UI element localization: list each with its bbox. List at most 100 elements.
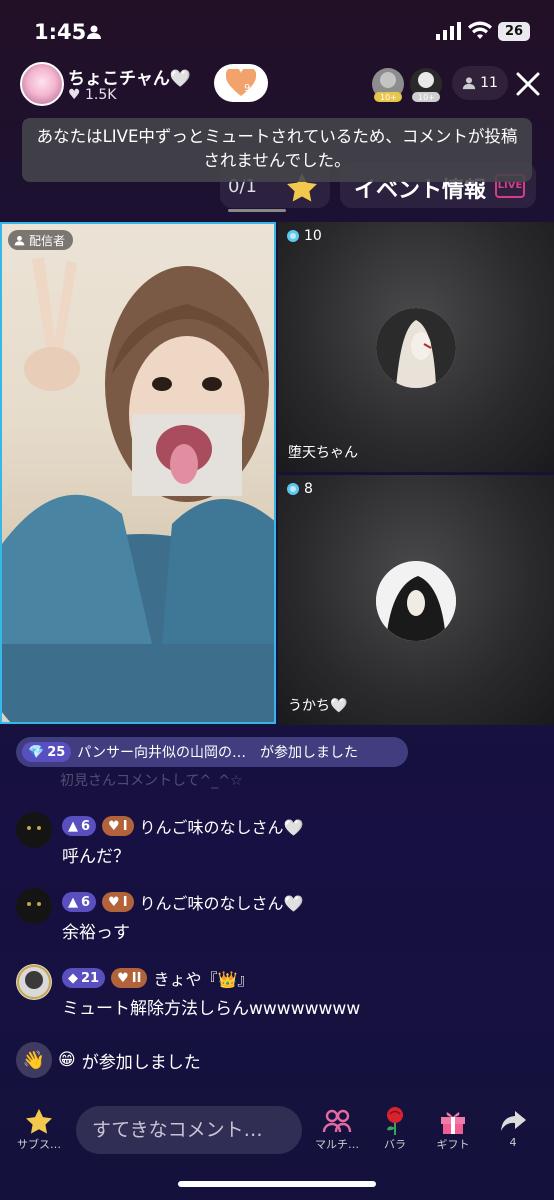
wave-icon: 👋 <box>16 1042 52 1078</box>
tier-value: I <box>122 894 128 910</box>
level-badge: ▲ 6 <box>62 816 97 836</box>
guest-avatar[interactable] <box>376 308 456 388</box>
person-icon <box>462 77 476 90</box>
join-banner-text: パンサー向井似の山岡の… が参加しました <box>77 745 358 761</box>
share-icon <box>501 1111 526 1131</box>
subscribe-label: サブス… <box>17 1138 61 1151</box>
multi-button[interactable]: マルチ… <box>308 1106 366 1152</box>
comment-user[interactable]: りんご味のなしさん🤍 <box>140 890 304 914</box>
wifi-icon <box>468 21 492 39</box>
person-icon <box>87 25 101 39</box>
tier-value: II <box>131 970 142 986</box>
comment-user[interactable]: きょや『👑』 <box>153 966 253 990</box>
home-indicator[interactable] <box>178 1181 376 1187</box>
viewer-avatars[interactable]: 10+ 10+ <box>370 66 446 104</box>
gem-icon <box>287 483 299 495</box>
rose-label: バラ <box>384 1138 406 1151</box>
battery-indicator: 26 <box>498 22 530 41</box>
comment-text: 余裕っす <box>62 923 130 943</box>
diamond-icon: 💎 <box>28 744 45 760</box>
host-video-image <box>2 257 274 722</box>
host-badge: 配信者 <box>8 230 74 250</box>
viewer-count: 11 <box>480 75 498 91</box>
host-video-tile[interactable]: 配信者 <box>0 222 276 724</box>
bottom-bar: サブス… すてきなコメント… マルチ… バラ ギフト 4 <box>0 1100 554 1170</box>
commenter-avatar[interactable] <box>16 888 52 924</box>
rose-icon <box>387 1107 403 1135</box>
follow-heart-button[interactable]: 9 <box>214 64 268 102</box>
level-badge: 💎 25 <box>22 742 72 762</box>
close-icon[interactable] <box>514 70 542 98</box>
page-indicator <box>228 209 286 212</box>
orange-heart-icon: 9 <box>226 69 256 96</box>
guest-name: 堕天ちゃん <box>288 445 358 461</box>
host-likes-count: 1.5K <box>85 87 117 103</box>
guest-avatar-image <box>376 561 456 641</box>
heart-icon: ♥ <box>108 818 120 834</box>
guest-avatar-image <box>376 308 456 388</box>
cat-avatar-image <box>16 812 52 848</box>
level-badge: ◆ 21 <box>62 968 106 988</box>
join-banner: 💎 25 パンサー向井似の山岡の… が参加しました <box>16 737 408 767</box>
guest-points-value: 10 <box>304 228 322 244</box>
commenter-avatar[interactable] <box>16 812 52 848</box>
tier-badge: ♥ II <box>111 968 148 988</box>
tier-badge: ♥ I <box>102 816 134 836</box>
comment-item[interactable]: ▲ 6 ♥ I りんご味のなしさん🤍 呼んだ？ <box>16 812 536 867</box>
heart-icon: ♥ <box>108 894 120 910</box>
faded-comment: 初見さんコメントして^_^☆ <box>60 773 243 789</box>
cat-avatar-image <box>16 888 52 924</box>
comment-item[interactable]: ◆ 21 ♥ II きょや『👑』 ミュート解除方法しらんwwwwwwww <box>16 964 536 1019</box>
comment-item[interactable]: ▲ 6 ♥ I りんご味のなしさん🤍 余裕っす <box>16 888 536 943</box>
level-value: 6 <box>81 818 91 834</box>
triangle-icon: ▲ <box>68 818 78 834</box>
viewer-badge-1: 10+ <box>380 93 397 102</box>
comment-text: 呼んだ？ <box>62 847 130 867</box>
multi-label: マルチ… <box>315 1138 359 1151</box>
gift-icon <box>441 1112 465 1134</box>
guest-points: 10 <box>286 228 322 244</box>
guest-avatar[interactable] <box>376 561 456 641</box>
multi-guest-icon <box>322 1109 352 1133</box>
subscribe-button[interactable]: サブス… <box>10 1106 68 1152</box>
share-count: 4 <box>509 1136 517 1149</box>
comment-meta: ◆ 21 ♥ II きょや『👑』 <box>62 966 253 990</box>
signal-icon <box>436 22 461 40</box>
comment-input[interactable]: すてきなコメント… <box>76 1106 302 1154</box>
star-icon <box>26 1108 52 1134</box>
level-value: 21 <box>81 970 100 986</box>
level-value: 25 <box>47 744 66 760</box>
viewer-count-button[interactable]: 11 <box>452 66 508 100</box>
join-text: が参加しました <box>81 1052 201 1073</box>
comment-user[interactable]: りんご味のなしさん🤍 <box>140 814 304 838</box>
guest-tile-1[interactable]: 10 堕天ちゃん <box>278 222 554 472</box>
gift-button[interactable]: ギフト <box>424 1106 482 1152</box>
host-avatar[interactable] <box>20 62 64 106</box>
heart-icon: ♥ <box>68 87 81 103</box>
tier-value: I <box>122 818 128 834</box>
host-badge-label: 配信者 <box>29 233 66 248</box>
guest-tile-2[interactable]: 8 うかち🤍 <box>278 475 554 725</box>
person-icon <box>14 235 25 245</box>
gem-icon <box>287 230 299 242</box>
heart-count: 9 <box>244 83 250 94</box>
level-badge: ▲ 6 <box>62 892 97 912</box>
host-name[interactable]: ちょこチャん🤍 <box>68 64 191 89</box>
avatar-image <box>16 964 52 1000</box>
rose-button[interactable]: バラ <box>366 1106 424 1152</box>
level-value: 6 <box>81 894 91 910</box>
viewer-badge-2: 10+ <box>418 93 435 102</box>
gift-label: ギフト <box>436 1138 470 1151</box>
stream-header: ちょこチャん🤍 ♥ 1.5K 9 10+ 10+ 11 <box>0 62 554 110</box>
comment-meta: ▲ 6 ♥ I りんご味のなしさん🤍 <box>62 814 303 838</box>
host-likes: ♥ 1.5K <box>68 87 116 103</box>
tier-badge: ♥ I <box>102 892 134 912</box>
clock: 1:45 <box>34 20 87 44</box>
comment-text: ミュート解除方法しらんwwwwwwww <box>62 999 361 1019</box>
share-button[interactable]: 4 <box>484 1106 542 1149</box>
diamond-icon: ◆ <box>68 970 78 986</box>
comment-meta: ▲ 6 ♥ I りんご味のなしさん🤍 <box>62 890 303 914</box>
top-viewers[interactable]: 10+ 10+ <box>370 66 446 108</box>
commenter-avatar[interactable] <box>16 964 52 1000</box>
status-bar: 1:45 26 <box>0 0 554 62</box>
